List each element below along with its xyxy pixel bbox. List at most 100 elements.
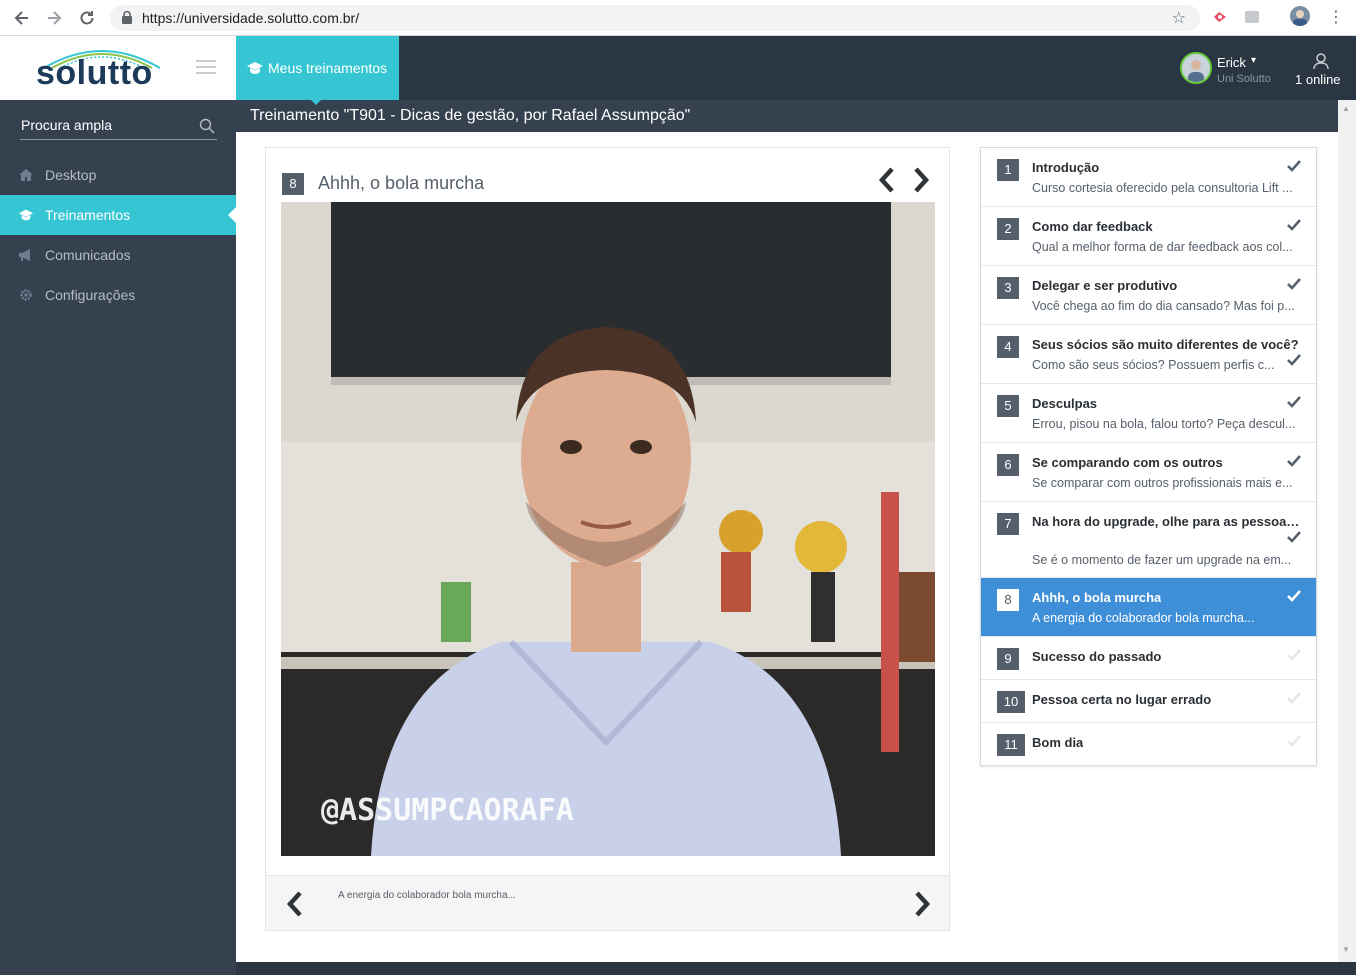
- chevron-right-icon[interactable]: [911, 166, 931, 194]
- previous-lesson-icon[interactable]: [284, 890, 306, 918]
- lesson-item-5[interactable]: 5 Desculpas Errou, pisou na bola, falou …: [981, 384, 1316, 443]
- video-footer: A energia do colaborador bola murcha...: [266, 875, 949, 930]
- lesson-number-badge: 8: [282, 173, 304, 195]
- video-header: 8 Ahhh, o bola murcha: [266, 148, 949, 203]
- scrollbar[interactable]: [1338, 100, 1356, 962]
- lesson-title: Introdução: [1032, 160, 1100, 175]
- megaphone-icon: [19, 249, 30, 261]
- lesson-item-7[interactable]: 7 Na hora do upgrade, olhe para as pesso…: [981, 502, 1316, 578]
- browser-toolbar: https://universidade.solutto.com.br/ ☆ ⋮: [0, 0, 1356, 36]
- check-icon: [1287, 219, 1301, 231]
- lesson-title: Pessoa certa no lugar errado: [1032, 692, 1212, 707]
- check-icon: [1287, 692, 1301, 704]
- video-footer-text: A energia do colaborador bola murcha...: [338, 890, 516, 901]
- forward-arrow-icon[interactable]: [44, 8, 64, 28]
- lesson-item-9[interactable]: 9 Sucesso do passado: [981, 637, 1316, 680]
- search-placeholder[interactable]: Procura ampla: [21, 117, 112, 133]
- lesson-number-badge: 4: [997, 336, 1019, 358]
- sidebar-item-label: Desktop: [45, 167, 97, 183]
- logo[interactable]: solutto: [0, 36, 236, 100]
- lesson-item-4[interactable]: 4 Seus sócios são muito diferentes de vo…: [981, 325, 1316, 384]
- users-online-icon[interactable]: [1312, 52, 1330, 70]
- lesson-description: A energia do colaborador bola murcha...: [1032, 611, 1255, 625]
- lesson-number-badge: 6: [997, 454, 1019, 476]
- sidebar: Procura ampla Desktop Treinamentos Comun…: [0, 100, 236, 975]
- lesson-description: Se é o momento de fazer um upgrade na em…: [1032, 553, 1292, 567]
- lesson-description: Você chega ao fim do dia cansado? Mas fo…: [1032, 299, 1295, 313]
- back-arrow-icon[interactable]: [12, 8, 32, 28]
- page-title: Treinamento "T901 - Dicas de gestão, por…: [236, 100, 1338, 132]
- lesson-item-3[interactable]: 3 Delegar e ser produtivo Você chega ao …: [981, 266, 1316, 325]
- logo-text: solutto: [36, 54, 153, 92]
- url-text[interactable]: https://universidade.solutto.com.br/: [142, 10, 359, 26]
- reload-icon[interactable]: [77, 8, 97, 28]
- hamburger-menu-icon[interactable]: [196, 60, 216, 76]
- lock-icon: [122, 11, 132, 24]
- lesson-item-6[interactable]: 6 Se comparando com os outros Se compara…: [981, 443, 1316, 502]
- lesson-description: Como são seus sócios? Possuem perfis c..…: [1032, 358, 1275, 372]
- sidebar-item-configuracoes[interactable]: Configurações: [0, 275, 236, 315]
- check-icon: [1287, 531, 1301, 543]
- sidebar-item-label: Comunicados: [45, 247, 131, 263]
- search-input[interactable]: Procura ampla: [20, 114, 217, 140]
- check-icon: [1287, 160, 1301, 172]
- scroll-down-icon[interactable]: ▼: [1342, 945, 1350, 954]
- sidebar-item-label: Configurações: [45, 287, 136, 303]
- chevron-down-icon[interactable]: ▾: [1251, 55, 1256, 66]
- lesson-number-badge: 11: [997, 734, 1025, 756]
- lesson-item-10[interactable]: 10 Pessoa certa no lugar errado: [981, 680, 1316, 723]
- lesson-description: Errou, pisou na bola, falou torto? Peça …: [1032, 417, 1296, 431]
- video-frame-image: @ASSUMPCAORAFA: [281, 202, 935, 856]
- lesson-title: Desculpas: [1032, 396, 1098, 411]
- lesson-number-badge: 10: [997, 691, 1025, 713]
- lesson-description: Curso cortesia oferecido pela consultori…: [1032, 181, 1293, 195]
- my-trainings-label: Meus treinamentos: [268, 60, 388, 76]
- check-icon: [1287, 278, 1301, 290]
- browser-profile-avatar[interactable]: [1290, 6, 1310, 26]
- scroll-up-icon[interactable]: ▲: [1342, 104, 1350, 113]
- check-icon: [1287, 649, 1301, 661]
- check-icon: [1287, 455, 1301, 467]
- next-lesson-icon[interactable]: [911, 890, 933, 918]
- sidebar-item-treinamentos[interactable]: Treinamentos: [0, 195, 236, 235]
- chevron-left-icon[interactable]: [877, 166, 897, 194]
- graduation-cap-icon: [18, 209, 34, 221]
- lesson-title: Delegar e ser produtivo: [1032, 278, 1178, 293]
- lesson-number-badge: 9: [997, 648, 1019, 670]
- extension-icon[interactable]: [1244, 10, 1260, 24]
- active-indicator: [228, 207, 236, 223]
- lesson-title: Se comparando com os outros: [1032, 455, 1223, 470]
- lesson-item-1[interactable]: 1 Introdução Curso cortesia oferecido pe…: [981, 148, 1316, 207]
- online-count[interactable]: 1 online: [1295, 72, 1341, 87]
- menu-dots-icon[interactable]: ⋮: [1328, 8, 1344, 28]
- lesson-title: Seus sócios são muito diferentes de você…: [1032, 337, 1299, 352]
- lesson-description: Se comparar com outros profissionais mai…: [1032, 476, 1293, 490]
- lesson-number-badge: 2: [997, 218, 1019, 240]
- lesson-item-8[interactable]: 8 Ahhh, o bola murcha A energia do colab…: [981, 578, 1316, 637]
- video-player[interactable]: @ASSUMPCAORAFA: [281, 202, 935, 856]
- video-watermark: @ASSUMPCAORAFA: [321, 793, 574, 828]
- lesson-title: Bom dia: [1032, 735, 1084, 750]
- bookmark-star-icon[interactable]: ☆: [1172, 8, 1186, 28]
- graduation-cap-icon: [247, 62, 263, 74]
- lesson-item-2[interactable]: 2 Como dar feedback Qual a melhor forma …: [981, 207, 1316, 266]
- sidebar-item-label: Treinamentos: [45, 207, 131, 223]
- gear-icon: [20, 289, 32, 301]
- sidebar-item-desktop[interactable]: Desktop: [0, 155, 236, 195]
- user-org: Uni Solutto: [1217, 73, 1271, 85]
- video-panel: 8 Ahhh, o bola murcha @ASSUMPCAORAFA A e…: [265, 147, 950, 931]
- user-avatar[interactable]: [1180, 52, 1212, 84]
- my-trainings-tab[interactable]: Meus treinamentos: [236, 36, 399, 100]
- extension-icon[interactable]: [1212, 10, 1228, 24]
- check-icon: [1287, 735, 1301, 747]
- search-icon[interactable]: [199, 118, 215, 134]
- sidebar-item-comunicados[interactable]: Comunicados: [0, 235, 236, 275]
- lesson-title: Na hora do upgrade, olhe para as pessoas…: [1032, 514, 1300, 529]
- check-icon: [1287, 590, 1301, 602]
- check-icon: [1287, 396, 1301, 408]
- lesson-item-11[interactable]: 11 Bom dia: [981, 723, 1316, 766]
- address-bar[interactable]: https://universidade.solutto.com.br/ ☆: [110, 5, 1200, 31]
- check-icon: [1287, 354, 1301, 366]
- user-name[interactable]: Erick: [1217, 55, 1246, 70]
- lesson-number-badge: 8: [997, 589, 1019, 611]
